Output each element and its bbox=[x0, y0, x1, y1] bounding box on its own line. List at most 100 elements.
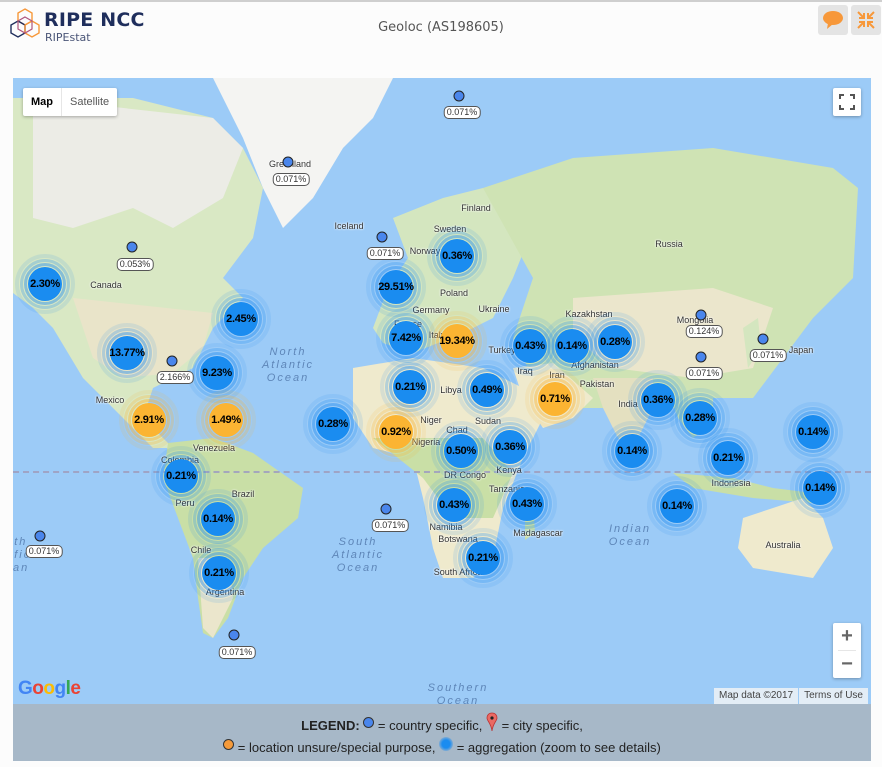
legend-country-text: = country specific, bbox=[377, 718, 483, 733]
cluster-value: 0.14% bbox=[557, 340, 587, 352]
cluster-value: 0.21% bbox=[395, 381, 425, 393]
country-marker[interactable] bbox=[376, 231, 388, 243]
map-legend: LEGEND: = country specific, = city speci… bbox=[13, 704, 871, 761]
aggregation-cluster[interactable]: 0.14% bbox=[783, 402, 843, 462]
marker-label: 0.071% bbox=[25, 545, 63, 558]
zoom-control: + − bbox=[833, 623, 861, 678]
legend-title: LEGEND: bbox=[301, 718, 360, 733]
cluster-value: 7.42% bbox=[391, 332, 421, 344]
country-marker[interactable] bbox=[126, 241, 138, 253]
country-label: Poland bbox=[439, 288, 469, 298]
cluster-value: 13.77% bbox=[109, 347, 145, 359]
map-type-satellite-button[interactable]: Satellite bbox=[62, 88, 117, 116]
cluster-value: 0.28% bbox=[685, 412, 715, 424]
fullscreen-button[interactable] bbox=[833, 88, 861, 116]
country-label: Japan bbox=[788, 345, 814, 355]
legend-aggregation-text: = aggregation (zoom to see details) bbox=[456, 740, 661, 755]
cluster-value: 2.30% bbox=[30, 278, 60, 290]
aggregation-cluster[interactable]: 0.14% bbox=[188, 489, 248, 549]
marker-label: 0.071% bbox=[272, 173, 310, 186]
country-marker-icon bbox=[363, 717, 375, 728]
ocean-label-south-atlantic: South Atlantic Ocean bbox=[331, 536, 385, 574]
aggregation-cluster[interactable]: 0.43% bbox=[424, 475, 484, 535]
aggregation-cluster[interactable]: 0.28% bbox=[303, 394, 363, 454]
zoom-out-button[interactable]: − bbox=[833, 651, 861, 678]
country-marker[interactable] bbox=[282, 156, 294, 168]
cluster-value: 0.50% bbox=[446, 445, 476, 457]
collapse-button[interactable] bbox=[851, 5, 881, 35]
cluster-value: 0.36% bbox=[442, 250, 472, 262]
cluster-value: 0.21% bbox=[468, 552, 498, 564]
cluster-value: 1.49% bbox=[211, 414, 241, 426]
aggregation-cluster[interactable]: 2.30% bbox=[15, 254, 75, 314]
widget-header: RIPE NCC RIPEstat Geoloc (AS198605) bbox=[0, 2, 882, 62]
aggregation-cluster[interactable]: 0.21% bbox=[453, 528, 513, 588]
world-map[interactable]: North Atlantic Ocean South Atlantic Ocea… bbox=[13, 78, 871, 704]
country-marker[interactable] bbox=[34, 530, 46, 542]
aggregation-cluster[interactable]: 0.92% bbox=[366, 402, 426, 462]
terms-of-use-link[interactable]: Terms of Use bbox=[799, 688, 868, 704]
country-marker[interactable] bbox=[228, 629, 240, 641]
aggregation-cluster[interactable]: 0.43% bbox=[497, 474, 557, 534]
legend-city-text: = city specific, bbox=[501, 718, 583, 733]
aggregation-cluster[interactable]: 0.36% bbox=[427, 226, 487, 286]
marker-label: 0.071% bbox=[749, 349, 787, 362]
cluster-value: 0.92% bbox=[381, 426, 411, 438]
aggregation-cluster[interactable]: 0.21% bbox=[189, 543, 249, 603]
country-marker[interactable] bbox=[695, 309, 707, 321]
country-marker[interactable] bbox=[757, 333, 769, 345]
marker-label: 0.071% bbox=[366, 247, 404, 260]
country-label: Russia bbox=[655, 239, 683, 249]
aggregation-cluster[interactable]: 0.21% bbox=[698, 428, 758, 488]
country-label: Iceland bbox=[334, 221, 364, 231]
country-label: Australia bbox=[765, 540, 801, 550]
cluster-value: 2.91% bbox=[134, 414, 164, 426]
cluster-value: 0.49% bbox=[472, 384, 502, 396]
widget-title: Geoloc (AS198605) bbox=[378, 20, 504, 35]
map-type-control: Map Satellite bbox=[23, 88, 118, 116]
feedback-button[interactable] bbox=[818, 5, 848, 35]
country-marker[interactable] bbox=[166, 355, 178, 367]
aggregation-cluster[interactable]: 0.14% bbox=[647, 476, 707, 536]
aggregation-cluster[interactable]: 0.14% bbox=[790, 458, 850, 518]
google-logo[interactable]: Google bbox=[18, 678, 81, 700]
marker-label: 0.124% bbox=[685, 325, 723, 338]
aggregation-cluster[interactable]: 0.14% bbox=[602, 421, 662, 481]
marker-label: 0.071% bbox=[218, 646, 256, 659]
cluster-value: 0.28% bbox=[318, 418, 348, 430]
aggregation-cluster[interactable]: 13.77% bbox=[97, 323, 157, 383]
cluster-value: 0.14% bbox=[798, 426, 828, 438]
cluster-value: 0.36% bbox=[643, 394, 673, 406]
cluster-value: 19.34% bbox=[439, 335, 475, 347]
cluster-value: 0.14% bbox=[203, 513, 233, 525]
aggregation-cluster[interactable]: 0.71% bbox=[525, 369, 585, 429]
cluster-value: 0.71% bbox=[540, 393, 570, 405]
zoom-in-button[interactable]: + bbox=[833, 623, 861, 650]
unsure-marker-icon bbox=[223, 739, 235, 750]
country-marker[interactable] bbox=[453, 90, 465, 102]
cluster-value: 0.21% bbox=[166, 470, 196, 482]
country-marker[interactable] bbox=[695, 351, 707, 363]
cluster-value: 2.45% bbox=[226, 313, 256, 325]
city-pin-icon bbox=[486, 712, 498, 732]
map-attribution: Map data ©2017 Terms of Use bbox=[713, 688, 868, 704]
country-marker[interactable] bbox=[380, 503, 392, 515]
cluster-value: 0.43% bbox=[512, 498, 542, 510]
cluster-value: 0.14% bbox=[662, 500, 692, 512]
fullscreen-icon bbox=[839, 94, 855, 110]
ocean-label-southern: Southern Ocean bbox=[427, 682, 489, 704]
marker-label: 0.071% bbox=[371, 519, 409, 532]
marker-label: 0.071% bbox=[685, 367, 723, 380]
aggregation-cluster[interactable]: 0.28% bbox=[585, 312, 645, 372]
marker-label: 2.166% bbox=[156, 371, 194, 384]
aggregation-cluster[interactable]: 1.49% bbox=[196, 390, 256, 450]
cluster-value: 0.43% bbox=[439, 499, 469, 511]
cluster-value: 0.21% bbox=[713, 452, 743, 464]
cluster-value: 29.51% bbox=[378, 281, 414, 293]
aggregation-cluster[interactable]: 2.91% bbox=[119, 390, 179, 450]
map-type-map-button[interactable]: Map bbox=[23, 88, 62, 116]
country-label: Canada bbox=[90, 280, 122, 290]
cluster-value: 0.43% bbox=[515, 340, 545, 352]
aggregation-cluster[interactable]: 2.45% bbox=[211, 289, 271, 349]
cluster-value: 0.21% bbox=[204, 567, 234, 579]
